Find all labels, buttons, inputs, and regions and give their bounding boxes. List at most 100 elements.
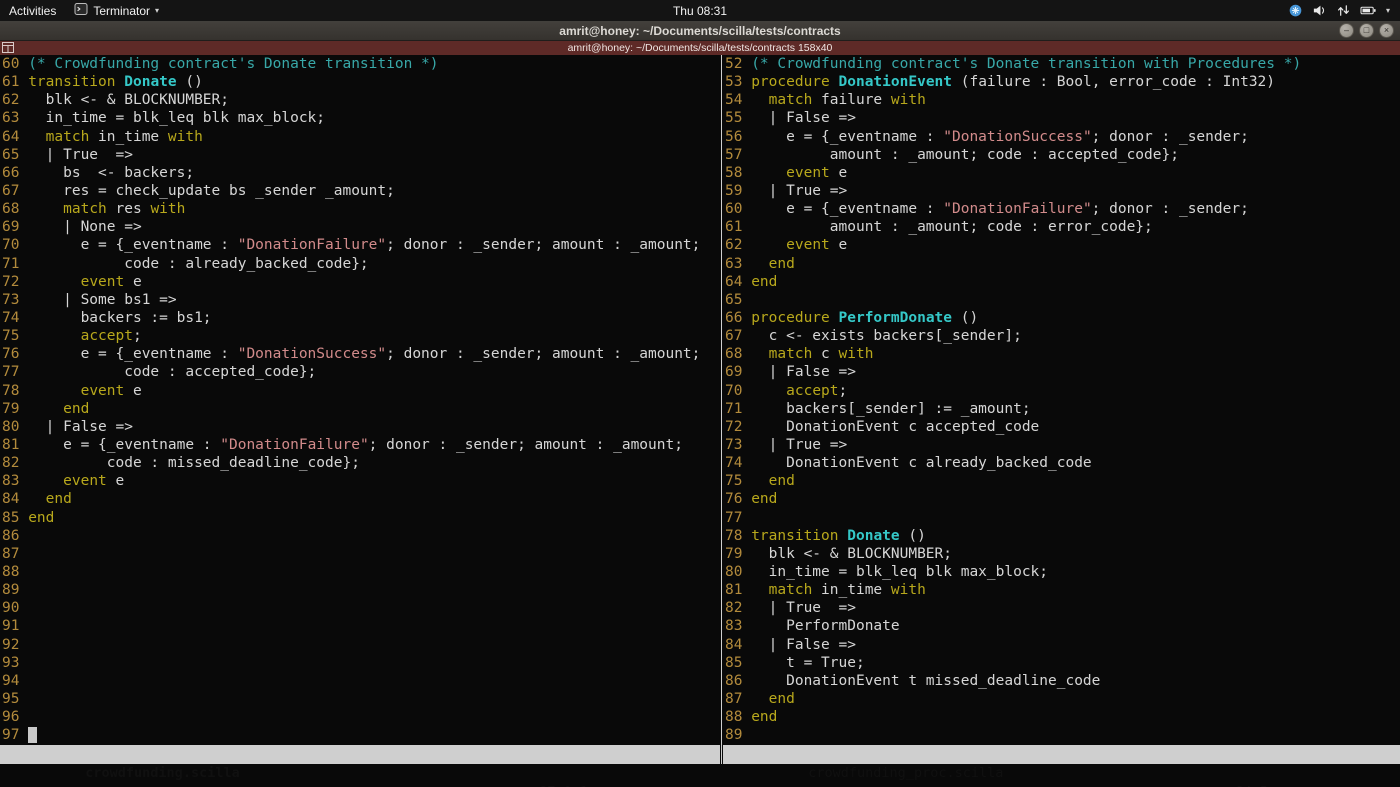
battery-icon [1360,3,1377,18]
code-line[interactable]: 80 | False => [0,418,720,436]
code-line[interactable]: 62 event e [723,236,1400,254]
buffer-left[interactable]: 60 (* Crowdfunding contract's Donate tra… [0,55,720,745]
code-line[interactable]: 83 PerformDonate [723,617,1400,635]
app-menu-button[interactable]: Terminator ▾ [65,0,168,21]
line-number: 63 [725,255,752,272]
code-line[interactable]: 96 [0,708,720,726]
code-line[interactable]: 88 end [723,708,1400,726]
code-line[interactable]: 60 (* Crowdfunding contract's Donate tra… [0,55,720,73]
code-line[interactable]: 77 code : accepted_code}; [0,363,720,381]
code-line[interactable]: 58 event e [723,164,1400,182]
code-line[interactable]: 75 end [723,472,1400,490]
vim-editor[interactable]: 60 (* Crowdfunding contract's Donate tra… [0,55,1400,787]
code-line[interactable]: 70 accept; [723,382,1400,400]
code-line[interactable]: 79 blk <- & BLOCKNUMBER; [723,545,1400,563]
code-line[interactable]: 63 end [723,255,1400,273]
clock[interactable]: Thu 08:31 [664,0,736,21]
code-line[interactable]: 97 [0,726,720,744]
code-line[interactable]: 76 end [723,490,1400,508]
line-number: 69 [725,364,752,381]
code-line[interactable]: 69 | False => [723,363,1400,381]
code-line[interactable]: 59 | True => [723,182,1400,200]
code-line[interactable]: 81 match in_time with [723,581,1400,599]
line-number: 84 [2,491,29,508]
code-line[interactable]: 62 blk <- & BLOCKNUMBER; [0,91,720,109]
maximize-button[interactable]: □ [1359,23,1374,38]
close-button[interactable]: × [1379,23,1394,38]
code-line[interactable]: 84 | False => [723,636,1400,654]
code-line[interactable]: 93 [0,654,720,672]
code-line[interactable]: 52 (* Crowdfunding contract's Donate tra… [723,55,1400,73]
code-line[interactable]: 64 match in_time with [0,128,720,146]
code-line[interactable]: 68 match res with [0,200,720,218]
code-line[interactable]: 83 event e [0,472,720,490]
code-line[interactable]: 86 [0,527,720,545]
network-icon [1336,3,1351,18]
code-line[interactable]: 70 e = {_eventname : "DonationFailure"; … [0,236,720,254]
code-line[interactable]: 78 transition Donate () [723,527,1400,545]
code-line[interactable]: 57 amount : _amount; code : accepted_cod… [723,146,1400,164]
code-line[interactable]: 77 [723,509,1400,527]
code-line[interactable]: 66 bs <- backers; [0,164,720,182]
code-line[interactable]: 79 end [0,400,720,418]
code-line[interactable]: 87 [0,545,720,563]
code-line[interactable]: 74 DonationEvent c already_backed_code [723,454,1400,472]
code-line[interactable]: 61 transition Donate () [0,73,720,91]
window-titlebar[interactable]: amrit@honey: ~/Documents/scilla/tests/co… [0,21,1400,41]
code-line[interactable]: 54 match failure with [723,91,1400,109]
system-tray[interactable]: ▾ [1278,0,1400,21]
code-line[interactable]: 81 e = {_eventname : "DonationFailure"; … [0,436,720,454]
code-line[interactable]: 69 | None => [0,218,720,236]
activities-button[interactable]: Activities [0,0,65,21]
vim-window-right[interactable]: 52 (* Crowdfunding contract's Donate tra… [723,55,1400,787]
code-line[interactable]: 94 [0,672,720,690]
code-line[interactable]: 82 code : missed_deadline_code}; [0,454,720,472]
code-line[interactable]: 72 DonationEvent c accepted_code [723,418,1400,436]
code-line[interactable]: 65 [723,291,1400,309]
code-line[interactable]: 82 | True => [723,599,1400,617]
vim-window-left[interactable]: 60 (* Crowdfunding contract's Donate tra… [0,55,720,787]
code-line[interactable]: 67 res = check_update bs _sender _amount… [0,182,720,200]
cursor-block [28,727,37,744]
code-line[interactable]: 71 backers[_sender] := _amount; [723,400,1400,418]
code-line[interactable]: 88 [0,563,720,581]
code-line[interactable]: 75 accept; [0,327,720,345]
code-line[interactable]: 86 DonationEvent t missed_deadline_code [723,672,1400,690]
code-line[interactable]: 89 [723,726,1400,744]
code-line[interactable]: 80 in_time = blk_leq blk max_block; [723,563,1400,581]
split-separator[interactable] [720,55,723,764]
code-line[interactable]: 60 e = {_eventname : "DonationFailure"; … [723,200,1400,218]
line-number: 75 [725,473,752,490]
code-line[interactable]: 64 end [723,273,1400,291]
code-line[interactable]: 85 t = True; [723,654,1400,672]
code-line[interactable]: 74 backers := bs1; [0,309,720,327]
code-line[interactable]: 87 end [723,690,1400,708]
code-line[interactable]: 65 | True => [0,146,720,164]
line-number: 85 [725,654,752,671]
code-line[interactable]: 73 | True => [723,436,1400,454]
minimize-button[interactable]: – [1339,23,1354,38]
code-line[interactable]: 84 end [0,490,720,508]
code-line[interactable]: 92 [0,636,720,654]
code-line[interactable]: 66 procedure PerformDonate () [723,309,1400,327]
code-line[interactable]: 67 c <- exists backers[_sender]; [723,327,1400,345]
code-line[interactable]: 73 | Some bs1 => [0,291,720,309]
code-line[interactable]: 68 match c with [723,345,1400,363]
buffer-right[interactable]: 52 (* Crowdfunding contract's Donate tra… [723,55,1400,745]
code-line[interactable]: 89 [0,581,720,599]
code-line[interactable]: 78 event e [0,382,720,400]
terminator-titlebar[interactable]: amrit@honey: ~/Documents/scilla/tests/co… [0,41,1400,55]
code-line[interactable]: 55 | False => [723,109,1400,127]
code-line[interactable]: 91 [0,617,720,635]
code-line[interactable]: 85 end [0,509,720,527]
code-line[interactable]: 71 code : already_backed_code}; [0,255,720,273]
code-line[interactable]: 53 procedure DonationEvent (failure : Bo… [723,73,1400,91]
code-line[interactable]: 56 e = {_eventname : "DonationSuccess"; … [723,128,1400,146]
code-line[interactable]: 76 e = {_eventname : "DonationSuccess"; … [0,345,720,363]
code-line[interactable]: 72 event e [0,273,720,291]
code-line[interactable]: 95 [0,690,720,708]
code-line[interactable]: 61 amount : _amount; code : error_code}; [723,218,1400,236]
line-number: 86 [725,672,752,689]
code-line[interactable]: 90 [0,599,720,617]
code-line[interactable]: 63 in_time = blk_leq blk max_block; [0,109,720,127]
